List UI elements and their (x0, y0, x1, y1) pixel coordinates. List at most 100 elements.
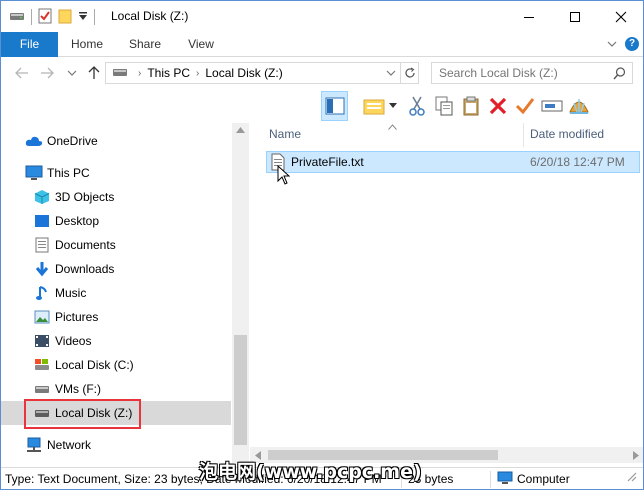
qat-separator (31, 9, 32, 25)
nav-scrollbar-thumb[interactable] (234, 335, 247, 445)
file-date-modified: 6/20/18 12:47 PM (530, 155, 625, 169)
address-row: › This PC › Local Disk (Z:) (1, 58, 643, 88)
downloads-icon (33, 260, 51, 278)
nav-item-label: Network (47, 438, 92, 452)
qat-separator (94, 9, 95, 25)
file-list: Name Date modified PrivateFile.txt 6/20/… (250, 123, 643, 463)
desktop-icon (33, 212, 51, 230)
command-toolbar (321, 89, 592, 123)
nav-item-label: OneDrive (47, 134, 98, 148)
ribbon-right-controls: ? (607, 37, 639, 51)
status-location: Computer (517, 472, 570, 486)
videos-icon (33, 332, 51, 350)
mouse-cursor-icon (277, 164, 291, 188)
navigation-pane: OneDrive This PC 3D Objects Desktop Docu… (1, 123, 249, 463)
back-button[interactable] (13, 64, 31, 82)
scroll-right-icon[interactable] (633, 451, 639, 460)
nav-item-documents[interactable]: Documents (1, 233, 231, 257)
nav-item-desktop[interactable]: Desktop (1, 209, 231, 233)
properties-icon[interactable] (38, 8, 52, 27)
nav-item-videos[interactable]: Videos (1, 329, 231, 353)
nav-item-music[interactable]: Music (1, 281, 231, 305)
paste-icon[interactable] (457, 91, 484, 121)
chevron-right-icon: › (196, 67, 200, 79)
resize-grip-icon[interactable] (625, 470, 637, 487)
cut-icon[interactable] (403, 91, 430, 121)
highlight-box (24, 399, 141, 429)
music-icon (33, 284, 51, 302)
sort-up-icon (388, 119, 397, 133)
tab-view[interactable]: View (179, 32, 223, 57)
nav-item-label: Downloads (55, 262, 115, 276)
address-bar[interactable]: › This PC › Local Disk (Z:) (105, 62, 419, 84)
chevron-down-icon[interactable] (607, 37, 617, 51)
chevron-down-icon[interactable] (387, 91, 399, 121)
navigation-pane-icon[interactable] (321, 91, 348, 121)
drive-icon[interactable] (9, 10, 25, 25)
title-bar: Local Disk (Z:) (1, 1, 643, 32)
nav-item-this-pc[interactable]: This PC (1, 161, 231, 185)
nav-item-vms-f[interactable]: VMs (F:) (1, 377, 231, 401)
copy-icon[interactable] (430, 91, 457, 121)
chevron-down-icon[interactable] (386, 66, 396, 80)
documents-icon (33, 236, 51, 254)
3d-objects-icon (33, 188, 51, 206)
minimize-button[interactable] (506, 1, 552, 32)
column-header-date[interactable]: Date modified (530, 123, 604, 145)
breadcrumb-local-disk[interactable]: Local Disk (Z:) (205, 66, 282, 80)
drive-icon (112, 66, 128, 81)
nav-item-label: Documents (55, 238, 116, 252)
ribbon-tabs: File Home Share View ? (1, 32, 643, 57)
delete-icon[interactable] (484, 91, 511, 121)
customize-toolbar-icon[interactable] (78, 10, 88, 24)
nav-item-onedrive[interactable]: OneDrive (1, 129, 231, 153)
maximize-button[interactable] (552, 1, 598, 32)
breadcrumb-this-pc[interactable]: This PC (147, 66, 190, 80)
drive-f-icon (33, 380, 51, 398)
nav-item-network[interactable]: Network (1, 433, 231, 457)
drive-c-icon (33, 356, 51, 374)
new-folder-icon[interactable] (58, 8, 72, 27)
column-header-name[interactable]: Name (269, 123, 301, 145)
refresh-icon[interactable] (400, 63, 418, 83)
search-icon[interactable] (613, 67, 626, 83)
nav-item-label: Desktop (55, 214, 100, 228)
onedrive-icon (25, 132, 43, 150)
network-icon (25, 436, 43, 454)
quick-access-toolbar (9, 8, 95, 26)
status-divider (490, 471, 491, 488)
explorer-window: Local Disk (Z:) File Home Share View ? ›… (0, 0, 644, 490)
nav-item-label: Pictures (55, 310, 99, 324)
watermark-text: 泡电网(www.pcpc.me) (199, 461, 422, 483)
help-icon[interactable]: ? (625, 37, 639, 51)
shell-icon[interactable] (565, 91, 592, 121)
scroll-up-icon[interactable] (236, 127, 245, 133)
column-separator[interactable] (523, 123, 524, 147)
nav-scrollbar[interactable] (232, 123, 249, 463)
layout-icon[interactable] (361, 91, 387, 121)
pictures-icon (33, 308, 51, 326)
chevron-right-icon: › (138, 67, 142, 79)
close-button[interactable] (598, 1, 643, 32)
tab-home[interactable]: Home (62, 32, 112, 57)
nav-item-3d-objects[interactable]: 3D Objects (1, 185, 231, 209)
forward-button[interactable] (38, 64, 56, 82)
rename-icon[interactable] (538, 91, 565, 121)
computer-icon (497, 471, 513, 488)
file-row[interactable]: PrivateFile.txt 6/20/18 12:47 PM (266, 151, 640, 173)
nav-item-local-disk-c[interactable]: Local Disk (C:) (1, 353, 231, 377)
checkmark-icon[interactable] (511, 91, 538, 121)
nav-item-downloads[interactable]: Downloads (1, 257, 231, 281)
nav-item-label: Videos (55, 334, 92, 348)
nav-item-pictures[interactable]: Pictures (1, 305, 231, 329)
search-input[interactable] (431, 62, 633, 84)
window-title: Local Disk (Z:) (111, 9, 189, 23)
tab-file[interactable]: File (1, 32, 58, 57)
recent-locations-button[interactable] (63, 64, 81, 82)
file-name: PrivateFile.txt (291, 155, 364, 169)
nav-item-label: 3D Objects (55, 190, 115, 204)
tab-share[interactable]: Share (122, 32, 168, 57)
nav-item-label: Local Disk (C:) (55, 358, 134, 372)
nav-item-label: This PC (47, 166, 90, 180)
up-button[interactable] (85, 64, 103, 82)
